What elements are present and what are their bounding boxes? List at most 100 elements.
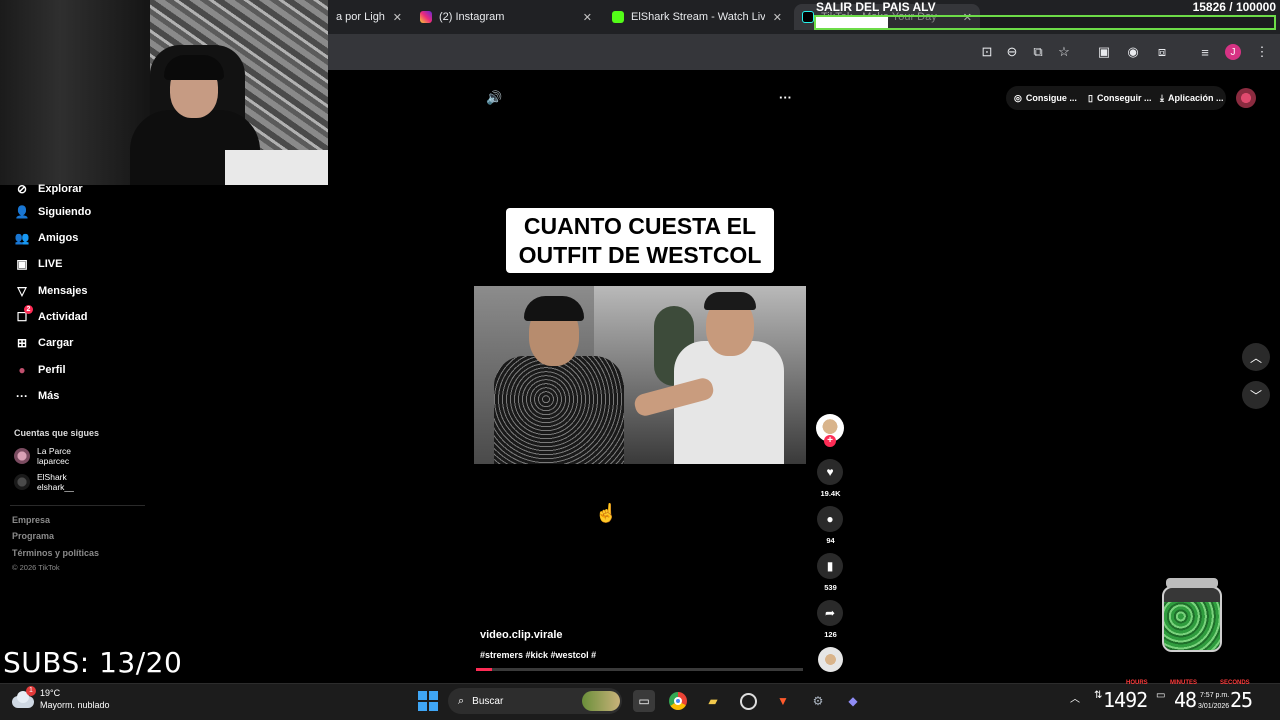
sidebar-item-label: LIVE <box>38 258 63 270</box>
account-handle: laparcec <box>37 456 70 466</box>
account-name: ElShark <box>37 472 67 482</box>
tiktok-icon <box>802 11 814 23</box>
comment-action[interactable]: ● 94 <box>817 506 844 545</box>
share-action[interactable]: ➦ 126 <box>817 600 844 639</box>
avatar <box>14 448 30 464</box>
sidebar-item-siguiendo[interactable]: 👤 Siguiendo <box>14 201 92 223</box>
compass-icon: ⊘ <box>16 182 28 196</box>
sidebar-item-explorar[interactable]: ⊘ Explorar <box>14 178 83 200</box>
battery-icon[interactable]: ▭ <box>1156 690 1165 701</box>
get-app-button[interactable]: ▯ Conseguir ... <box>1088 87 1151 109</box>
share-icon[interactable]: ➦ <box>817 600 843 626</box>
sidebar-item-label: Siguiendo <box>38 206 92 218</box>
desktop-app-button[interactable]: ⤓ Aplicación ... <box>1160 87 1224 109</box>
obs-icon[interactable] <box>737 690 759 712</box>
follow-button[interactable]: + <box>824 435 836 447</box>
account-name: La Parce <box>37 446 72 456</box>
video-caption-overlay: CUANTO CUESTA EL OUTFIT DE WESTCOL <box>506 208 774 273</box>
get-coins-button[interactable]: ◎ Consigue ... <box>1014 87 1077 109</box>
footer-link-terminos[interactable]: Términos y políticas <box>12 548 99 558</box>
goal-progress-bar <box>814 15 1276 30</box>
sidebar-item-live[interactable]: ▣ LIVE <box>14 253 62 275</box>
brave-icon[interactable]: ▼ <box>772 690 794 712</box>
tab-lightshot[interactable]: a por Lightsh ✕ <box>328 4 410 30</box>
extensions-puzzle-icon[interactable]: ⧈ <box>1152 42 1172 62</box>
followed-account-elshark[interactable]: ElShark elshark__ <box>14 472 74 492</box>
previous-video-button[interactable]: ︿ <box>1242 343 1270 371</box>
activity-badge: 2 <box>24 305 33 314</box>
timer-seconds: 25 <box>1230 688 1253 712</box>
translate-icon[interactable]: ⊡ <box>977 42 997 62</box>
coin-icon: ◎ <box>1014 92 1022 103</box>
bookmark-star-icon[interactable]: ☆ <box>1054 42 1074 62</box>
search-highlight-image <box>582 691 620 711</box>
volume-icon[interactable]: 🔊 <box>486 90 502 106</box>
donation-jar-icon <box>1160 578 1224 652</box>
copyright: © 2026 TikTok <box>12 563 60 572</box>
following-accounts-title: Cuentas que sigues <box>14 428 100 438</box>
gamepad-icon[interactable]: ◆ <box>842 690 864 712</box>
taskbar-search[interactable]: ⌕ Buscar <box>448 688 622 714</box>
zoom-icon[interactable]: ⊖ <box>1002 42 1022 62</box>
video-hashtags[interactable]: #stremers #kick #westcol # <box>480 650 596 660</box>
bookmark-icon[interactable]: ▮ <box>817 553 843 579</box>
browser-menu-icon[interactable]: ⋮ <box>1252 42 1272 62</box>
weather-desc: Mayorm. nublado <box>40 700 110 710</box>
sidebar-item-mensajes[interactable]: ▽ Mensajes <box>14 280 88 302</box>
next-video-button[interactable]: ﹀ <box>1242 381 1270 409</box>
video-frame[interactable] <box>474 286 806 464</box>
live-icon: ▣ <box>16 257 28 271</box>
timer-hours: 1492 <box>1103 688 1148 712</box>
system-clock[interactable]: 7:57 p.m. 3/01/2026 <box>1198 690 1229 712</box>
tab-instagram[interactable]: (2) Instagram ✕ <box>412 4 600 30</box>
cast-icon[interactable]: ⧉ <box>1028 42 1048 62</box>
tab-kick[interactable]: ElShark Stream - Watch Live on ✕ <box>604 4 790 30</box>
button-label: Consigue ... <box>1025 93 1077 103</box>
sidebar-item-mas[interactable]: ··· Más <box>14 385 59 407</box>
tab-close-icon[interactable]: ✕ <box>583 11 592 24</box>
windows-start-button[interactable] <box>418 691 438 711</box>
settings-gear-icon[interactable]: ⚙ <box>807 690 829 712</box>
weather-widget[interactable]: 1 19°C Mayorm. nublado <box>12 686 110 711</box>
music-disc-icon[interactable] <box>818 647 843 672</box>
task-view-icon[interactable]: ▭ <box>633 690 655 712</box>
followed-account-la-parce[interactable]: La Parce laparcec <box>14 446 71 466</box>
tab-title: (2) Instagram <box>439 11 505 23</box>
video-author[interactable]: video.clip.virale <box>480 629 563 641</box>
extension-2-icon[interactable]: ◉ <box>1123 42 1143 62</box>
sidebar-item-amigos[interactable]: 👥 Amigos <box>14 227 79 249</box>
sidebar-item-perfil[interactable]: ● Perfil <box>14 359 65 381</box>
profile-button[interactable]: J <box>1223 42 1243 62</box>
chrome-icon[interactable] <box>667 690 689 712</box>
save-action[interactable]: ▮ 539 <box>817 553 844 592</box>
comment-count: 94 <box>826 536 835 545</box>
sidebar-item-cargar[interactable]: ⊞ Cargar <box>14 332 74 354</box>
sidebar-item-label: Mensajes <box>38 285 88 297</box>
extension-1-icon[interactable]: ▣ <box>1094 42 1114 62</box>
phone-icon: ▯ <box>1088 92 1093 103</box>
tab-close-icon[interactable]: ✕ <box>773 11 782 24</box>
video-seek-bar[interactable] <box>476 668 803 671</box>
activity-icon: ☐ 2 <box>14 305 33 325</box>
weather-temp: 19°C <box>40 688 61 698</box>
system-date: 3/01/2026 <box>1198 703 1230 710</box>
search-placeholder: Buscar <box>472 695 504 707</box>
more-options-icon[interactable]: ··· <box>779 90 792 105</box>
footer-link-empresa[interactable]: Empresa <box>12 515 50 525</box>
system-time: 7:57 p.m. <box>1199 692 1230 699</box>
sidebar-item-actividad[interactable]: ☐ 2 Actividad <box>14 305 88 328</box>
network-icon[interactable]: ⇅ <box>1094 690 1102 701</box>
user-avatar[interactable] <box>1236 88 1256 108</box>
tray-chevron-icon[interactable]: ︿ <box>1070 690 1080 705</box>
following-icon: 👤 <box>14 205 30 219</box>
download-icon: ⤓ <box>1160 92 1164 103</box>
heart-icon[interactable]: ♥ <box>817 459 843 485</box>
search-icon: ⌕ <box>458 694 465 707</box>
like-action[interactable]: ♥ 19.4K <box>817 459 844 498</box>
comment-icon[interactable]: ● <box>817 506 843 532</box>
media-control-icon[interactable]: ≡ <box>1195 42 1215 62</box>
tab-close-icon[interactable]: ✕ <box>393 11 402 24</box>
account-handle: elshark__ <box>37 482 74 492</box>
file-explorer-icon[interactable]: ▰ <box>702 690 724 712</box>
footer-link-programa[interactable]: Programa <box>12 531 54 541</box>
